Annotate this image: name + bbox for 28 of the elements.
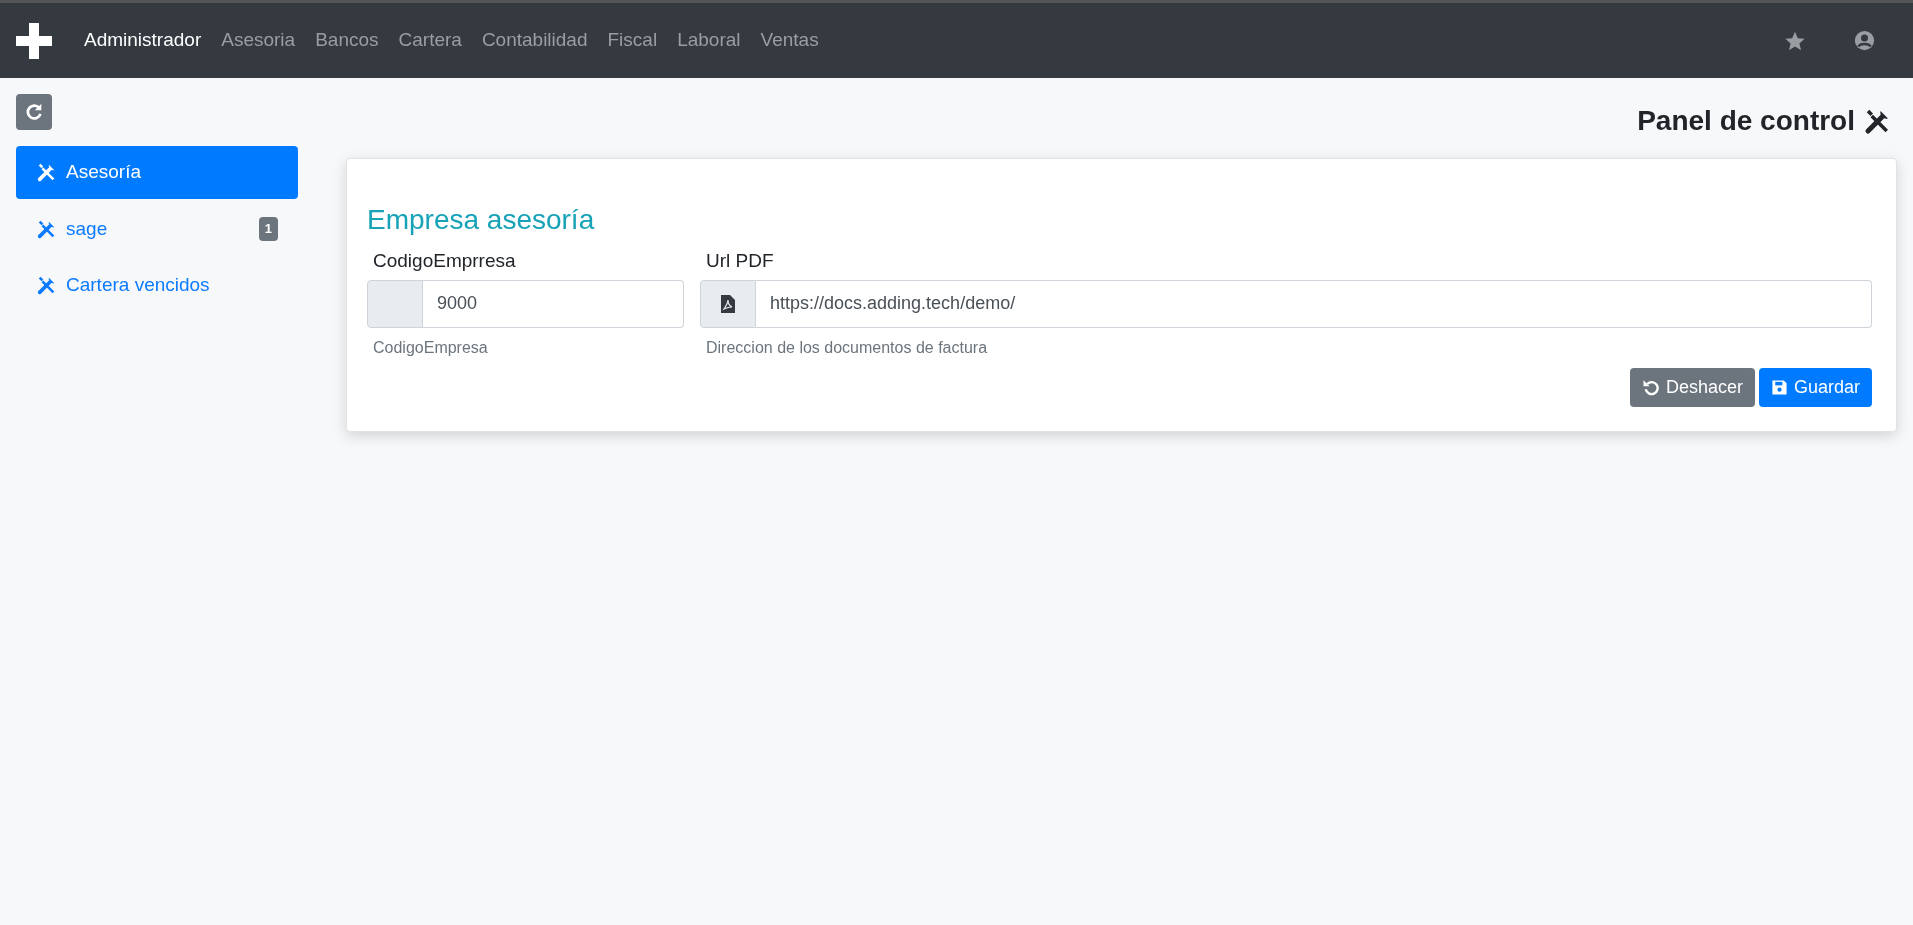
field-label: CodigoEmprresa [372, 249, 517, 273]
nav-link[interactable]: Administrador [84, 26, 202, 55]
help-text: CodigoEmpresa [372, 337, 489, 358]
plus-logo-icon[interactable] [14, 20, 54, 61]
field-label: Url PDF [705, 249, 775, 273]
nav-link[interactable]: Ventas [760, 26, 819, 55]
sidebar-item[interactable]: Cartera vencidos [16, 259, 298, 312]
save-button[interactable]: Guardar [1758, 367, 1872, 407]
refresh-button[interactable] [16, 94, 52, 130]
input-field[interactable]: https://docs.adding.tech/demo/ [756, 279, 1872, 328]
undo-icon [1641, 378, 1660, 396]
page-title: Panel de control [1637, 104, 1855, 138]
nav-link[interactable]: Bancos [315, 26, 379, 55]
input-addon [367, 279, 423, 328]
user-avatar-icon[interactable] [1854, 30, 1875, 51]
sidebar-item[interactable]: sage 1 [16, 202, 298, 255]
nav-link[interactable]: Cartera [398, 26, 462, 55]
pdf-file-icon [721, 294, 735, 313]
input-field[interactable]: 9000 [423, 279, 684, 328]
help-text: Direccion de los documentos de factura [705, 337, 989, 358]
undo-button[interactable]: Deshacer [1629, 367, 1755, 407]
section-title: Empresa asesoría [367, 203, 596, 237]
sidebar-item[interactable]: Asesoría [16, 146, 298, 199]
count-badge: 1 [258, 217, 278, 241]
nav-link[interactable]: Contabilidad [481, 26, 588, 55]
nav-link[interactable]: Fiscal [607, 26, 658, 55]
nav-link[interactable]: Laboral [677, 26, 741, 55]
nav-link[interactable]: Asesoria [221, 26, 296, 55]
